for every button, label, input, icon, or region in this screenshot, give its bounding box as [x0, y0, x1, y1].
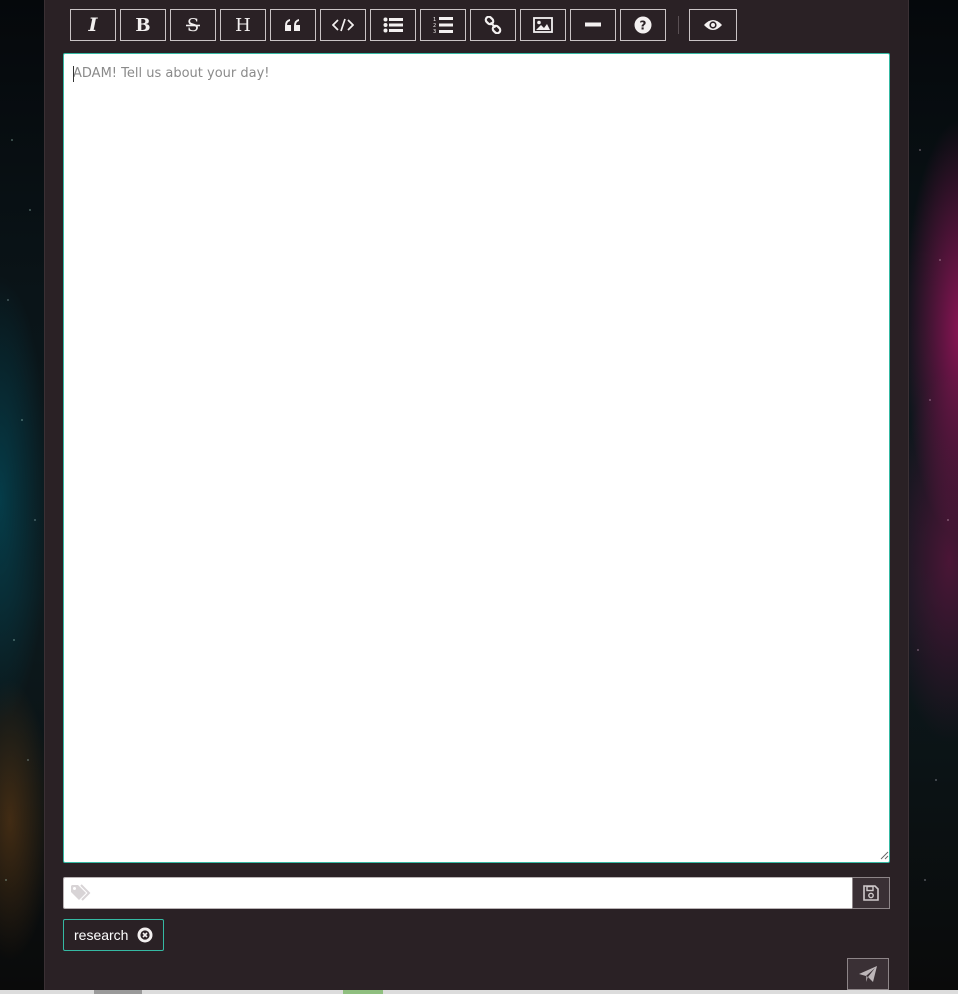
heading-button[interactable]: H — [220, 9, 266, 41]
remove-tag-button[interactable] — [137, 927, 153, 943]
svg-text:?: ? — [640, 19, 647, 33]
resize-grip-icon[interactable] — [880, 851, 889, 860]
horizontal-rule-button[interactable] — [570, 9, 616, 41]
unordered-list-button[interactable] — [370, 9, 416, 41]
heading-icon: H — [235, 16, 251, 34]
image-button[interactable] — [520, 9, 566, 41]
markdown-toolbar: I B S H 123 ? — [70, 8, 741, 42]
tags-icon — [71, 884, 91, 901]
toolbar-separator — [678, 16, 679, 34]
code-button[interactable] — [320, 9, 366, 41]
ordered-list-button[interactable]: 123 — [420, 9, 466, 41]
tag-input[interactable] — [98, 878, 846, 910]
italic-icon: I — [88, 16, 99, 34]
eye-icon — [704, 20, 722, 30]
bottom-strip-segment — [343, 990, 383, 994]
svg-text:3: 3 — [433, 29, 436, 34]
code-icon — [332, 18, 354, 32]
svg-text:I: I — [88, 16, 99, 34]
text-caret — [73, 66, 74, 82]
bold-button[interactable]: B — [120, 9, 166, 41]
help-button[interactable]: ? — [620, 9, 666, 41]
remove-circle-icon — [137, 927, 153, 943]
link-button[interactable] — [470, 9, 516, 41]
italic-button[interactable]: I — [70, 9, 116, 41]
tag-input-container — [63, 877, 852, 910]
strikethrough-icon: S — [186, 16, 200, 34]
strikethrough-button[interactable]: S — [170, 9, 216, 41]
paper-plane-icon — [859, 966, 877, 982]
bold-icon: B — [135, 16, 150, 34]
svg-text:B: B — [135, 16, 150, 34]
save-tag-button[interactable] — [852, 877, 890, 909]
horizontal-rule-icon — [585, 22, 601, 27]
post-body-textarea[interactable] — [63, 53, 890, 863]
tag-chip-label: research — [74, 927, 129, 943]
tag-chip: research — [63, 919, 165, 951]
quote-button[interactable] — [270, 9, 316, 41]
floppy-disk-icon — [863, 885, 879, 901]
unordered-list-icon — [383, 17, 403, 33]
bottom-strip-segment — [94, 990, 142, 994]
quote-icon — [285, 19, 300, 31]
link-icon — [484, 16, 502, 34]
tag-entry-row — [63, 877, 890, 910]
question-icon: ? — [634, 16, 652, 34]
post-composer-panel: I B S H 123 ? ADAM! Tell us about your d… — [44, 0, 909, 994]
image-icon — [533, 17, 553, 33]
ordered-list-icon: 123 — [433, 17, 453, 34]
bottom-edge-strip — [0, 990, 958, 994]
svg-text:H: H — [235, 16, 251, 34]
send-post-button[interactable] — [847, 958, 889, 990]
preview-button[interactable] — [689, 9, 737, 41]
